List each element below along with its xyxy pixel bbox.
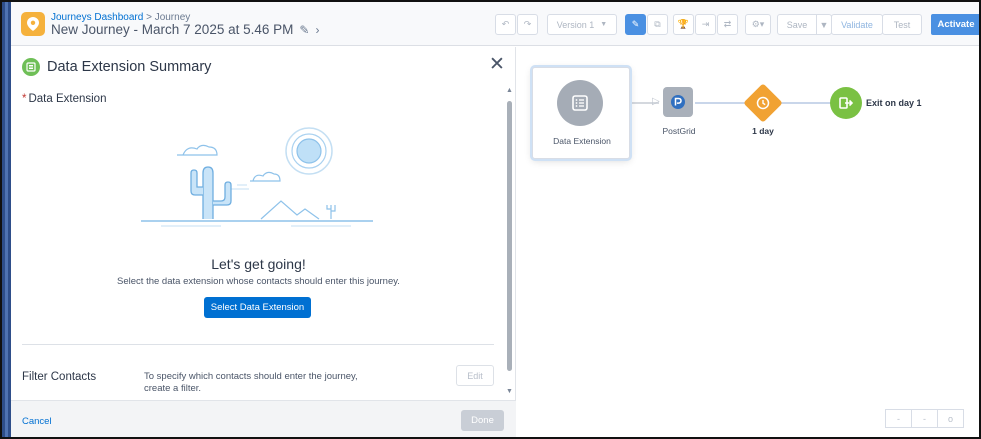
data-extension-field-label: * Data Extension [22, 93, 107, 105]
app-window: Journeys Dashboard > Journey New Journey… [0, 0, 981, 439]
data-extension-list-icon [557, 80, 603, 126]
zoom-out-button[interactable]: - [885, 409, 912, 428]
filter-contacts-label: Filter Contacts [22, 371, 97, 383]
postgrid-activity-node[interactable] [663, 87, 693, 117]
exit-criteria-icon[interactable]: ⇥ [695, 14, 716, 35]
done-button[interactable]: Done [461, 410, 504, 431]
close-icon[interactable]: ✕ [489, 55, 505, 75]
exit-node[interactable] [830, 87, 862, 119]
test-button[interactable]: Test [882, 14, 922, 35]
activate-button[interactable]: Activate [931, 14, 979, 35]
desert-illustration [141, 127, 373, 227]
filter-contacts-description: To specify which contacts should enter t… [144, 371, 358, 394]
version-label: Version 1 [556, 19, 595, 30]
redo-icon[interactable]: ↷ [517, 14, 538, 35]
journey-title-row: New Journey - March 7 2025 at 5.46 PM ✎ … [51, 22, 319, 37]
panel-scrollbar[interactable]: ▲ ▼ [504, 87, 516, 399]
undo-icon[interactable]: ↶ [495, 14, 516, 35]
postgrid-label: PostGrid [662, 126, 696, 136]
gear-icon[interactable]: ⚙▾ [745, 14, 771, 35]
edit-filter-button[interactable]: Edit [456, 365, 494, 386]
journey-canvas: ▷ Data Extension PostGrid 1 day Exit on … [517, 47, 979, 437]
chevron-down-icon: ▼ [600, 21, 608, 28]
data-extension-list-icon [22, 58, 40, 76]
zoom-controls: - - o [885, 409, 964, 428]
clock-icon [753, 93, 773, 113]
settings-flow-icon[interactable]: ⇄ [717, 14, 738, 35]
scroll-down-icon[interactable]: ▼ [506, 388, 513, 395]
save-options-chevron-down-icon[interactable]: ▼ [816, 14, 832, 35]
scrollbar-thumb[interactable] [507, 101, 512, 371]
panel-header: Data Extension Summary ✕ [11, 47, 516, 87]
edit-title-pencil-icon[interactable]: ✎ [299, 23, 309, 37]
select-data-extension-button[interactable]: Select Data Extension [204, 297, 311, 318]
validate-button[interactable]: Validate [831, 14, 883, 35]
goal-trophy-icon[interactable]: 🏆 [673, 14, 694, 35]
journey-builder-logo-icon [21, 12, 45, 36]
journey-header: Journeys Dashboard > Journey New Journey… [11, 2, 979, 46]
entry-source-label: Data Extension [553, 136, 611, 146]
zoom-reset-button[interactable]: - [911, 409, 938, 428]
empty-state-heading: Let's get going! [211, 256, 306, 272]
edit-mode-pencil-icon[interactable]: ✎ [625, 14, 646, 35]
connector-arrow-icon: ▷ [652, 96, 660, 107]
zoom-in-button[interactable]: o [937, 409, 964, 428]
copy-icon[interactable]: ⧉ [647, 14, 668, 35]
panel-title: Data Extension Summary [47, 59, 212, 75]
version-dropdown[interactable]: Version 1 ▼ [547, 14, 617, 35]
save-button[interactable]: Save [777, 14, 817, 35]
connector-postgrid-to-wait [695, 102, 751, 104]
exit-label: Exit on day 1 [866, 98, 922, 108]
scroll-up-icon[interactable]: ▲ [506, 87, 513, 94]
left-edge-strip [2, 2, 11, 437]
required-mark: * [22, 93, 27, 105]
journey-properties-chevron-icon[interactable]: › [315, 23, 319, 37]
cancel-link[interactable]: Cancel [22, 416, 52, 427]
connector-wait-to-exit [779, 102, 831, 104]
section-divider [22, 344, 494, 345]
data-extension-summary-panel: Data Extension Summary ✕ * Data Extension… [11, 47, 516, 437]
entry-source-data-extension[interactable]: Data Extension [532, 67, 630, 159]
panel-footer: Cancel Done [11, 400, 516, 437]
empty-state-description: Select the data extension whose contacts… [117, 276, 400, 287]
wait-duration-label: 1 day [752, 126, 774, 136]
journey-title: New Journey - March 7 2025 at 5.46 PM [51, 22, 294, 37]
